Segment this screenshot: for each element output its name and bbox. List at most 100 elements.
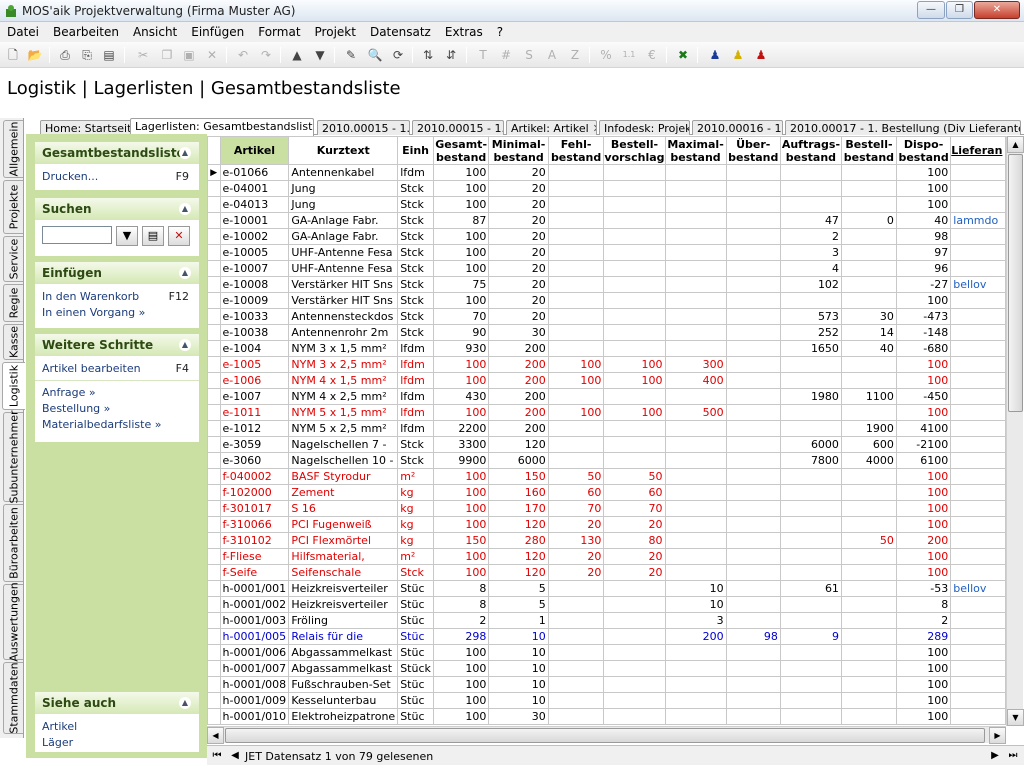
table-cell[interactable]: e-3059 <box>219 436 290 453</box>
table-cell[interactable]: Stüc <box>397 580 434 597</box>
table-cell[interactable]: 100 <box>432 708 490 725</box>
row-selector[interactable] <box>207 516 221 533</box>
table-cell[interactable]: Fröling <box>288 612 399 629</box>
table-cell[interactable] <box>779 180 842 197</box>
table-cell[interactable]: Stck <box>397 180 434 197</box>
table-cell[interactable]: f-310066 <box>219 516 290 533</box>
table-cell[interactable]: 130 <box>547 532 605 549</box>
table-row[interactable]: f-310066 PCI Fugenweiß kg 100 120 20 20 100 <box>207 516 1006 533</box>
table-cell[interactable]: 150 <box>432 532 490 549</box>
copy-icon[interactable]: ❐ <box>158 46 176 64</box>
table-cell[interactable]: 100 <box>432 404 490 421</box>
table-cell[interactable] <box>664 196 727 213</box>
table-cell[interactable]: e-1006 <box>219 372 290 389</box>
table-cell[interactable] <box>950 244 1006 261</box>
table-cell[interactable] <box>603 580 666 597</box>
table-cell[interactable]: 20 <box>488 164 549 181</box>
row-selector[interactable] <box>207 340 221 357</box>
table-cell[interactable] <box>664 644 727 661</box>
table-row[interactable]: e-10005 UHF-Antenne Fesa Stck 100 20 3 97 <box>207 244 1006 261</box>
user-red-icon[interactable]: ♟ <box>752 46 770 64</box>
table-cell[interactable]: Stüc <box>397 676 434 693</box>
table-cell[interactable]: lfdm <box>397 420 434 437</box>
table-cell[interactable] <box>950 292 1006 309</box>
table-cell[interactable]: 8 <box>895 596 952 613</box>
row-selector[interactable] <box>207 436 221 453</box>
table-cell[interactable] <box>664 324 727 341</box>
table-cell[interactable]: 100 <box>895 372 952 389</box>
table-row[interactable]: e-10002 GA-Anlage Fabr. Stck 100 20 2 98 <box>207 228 1006 245</box>
table-cell[interactable]: 10 <box>664 596 727 613</box>
table-cell[interactable]: Stck <box>397 276 434 293</box>
table-cell[interactable] <box>664 180 727 197</box>
table-cell[interactable]: 200 <box>488 340 549 357</box>
scroll-right-icon[interactable]: ▶ <box>989 727 1006 744</box>
new-document-icon[interactable]: 🗋 <box>4 46 22 64</box>
table-cell[interactable] <box>840 244 897 261</box>
table-cell[interactable]: 100 <box>547 404 605 421</box>
table-cell[interactable] <box>664 452 727 469</box>
table-cell[interactable]: 6000 <box>779 436 842 453</box>
menu-datei[interactable]: Datei <box>0 22 46 42</box>
table-cell[interactable]: -450 <box>895 388 952 405</box>
table-cell[interactable]: 20 <box>488 212 549 229</box>
column-header[interactable]: Dispo- bestand <box>895 136 952 165</box>
table-cell[interactable]: PCI Flexmörtel <box>288 532 399 549</box>
table-cell[interactable] <box>779 196 842 213</box>
table-cell[interactable] <box>725 196 781 213</box>
table-cell[interactable] <box>950 340 1006 357</box>
add-to-cart-link[interactable]: In den Warenkorb F12 <box>35 288 199 304</box>
table-cell[interactable] <box>950 596 1006 613</box>
side-tab-stammdaten[interactable]: Stammdaten <box>3 662 23 734</box>
table-cell[interactable] <box>779 356 842 373</box>
table-cell[interactable]: h-0001/006 <box>219 644 290 661</box>
scroll-thumb[interactable] <box>1008 154 1023 412</box>
table-row[interactable]: f-310102 PCI Flexmörtel kg 150 280 130 80 50 200 <box>207 532 1006 549</box>
table-cell[interactable]: Stck <box>397 436 434 453</box>
table-cell[interactable] <box>725 292 781 309</box>
table-cell[interactable] <box>950 372 1006 389</box>
see-also-artikel-link[interactable]: Artikel <box>35 718 199 734</box>
table-cell[interactable]: 200 <box>488 388 549 405</box>
table-cell[interactable] <box>950 612 1006 629</box>
table-row[interactable]: ▶ e-01066 Antennenkabel lfdm 100 20 100 <box>207 164 1006 181</box>
row-selector[interactable] <box>207 596 221 613</box>
table-cell[interactable]: 100 <box>895 500 952 517</box>
table-cell[interactable] <box>603 292 666 309</box>
table-cell[interactable]: Stüc <box>397 612 434 629</box>
letter-a-icon[interactable]: A <box>543 46 561 64</box>
table-cell[interactable]: Abgassammelkast <box>288 660 399 677</box>
table-cell[interactable] <box>547 676 605 693</box>
table-cell[interactable] <box>950 452 1006 469</box>
table-cell[interactable]: kg <box>397 484 434 501</box>
numbering-icon[interactable]: 1.1 <box>620 46 638 64</box>
tab-2010-00015-a[interactable]: 2010.00015 - 1.✕ <box>317 120 410 135</box>
table-cell[interactable]: 9 <box>779 628 842 645</box>
table-cell[interactable] <box>725 500 781 517</box>
table-cell[interactable]: Verstärker HIT Sns <box>288 276 399 293</box>
table-cell[interactable]: -680 <box>895 340 952 357</box>
table-cell[interactable] <box>725 164 781 181</box>
row-selector[interactable] <box>207 580 221 597</box>
table-cell[interactable] <box>840 708 897 725</box>
table-cell[interactable]: 200 <box>895 532 952 549</box>
table-cell[interactable]: 20 <box>603 548 666 565</box>
table-row[interactable]: e-1004 NYM 3 x 1,5 mm² lfdm 930 200 1650 40 -68… <box>207 340 1006 357</box>
table-cell[interactable]: bellov <box>950 276 1006 293</box>
table-cell[interactable]: 60 <box>547 484 605 501</box>
table-cell[interactable]: 100 <box>895 196 952 213</box>
currency-icon[interactable]: € <box>643 46 661 64</box>
table-cell[interactable]: Seifenschale <box>288 564 399 581</box>
table-cell[interactable] <box>950 628 1006 645</box>
table-cell[interactable]: 1100 <box>840 388 897 405</box>
table-cell[interactable] <box>547 644 605 661</box>
table-cell[interactable] <box>840 676 897 693</box>
table-row[interactable]: h-0001/002 Heizkreisverteiler Stüc 8 5 10 8 <box>207 596 1006 613</box>
row-selector[interactable] <box>207 372 221 389</box>
table-cell[interactable]: Antennensteckdos <box>288 308 399 325</box>
table-cell[interactable]: e-10002 <box>219 228 290 245</box>
table-cell[interactable]: GA-Anlage Fabr. <box>288 228 399 245</box>
close-button[interactable]: ✕ <box>974 1 1020 19</box>
table-cell[interactable]: 70 <box>547 500 605 517</box>
table-cell[interactable]: h-0001/001 <box>219 580 290 597</box>
